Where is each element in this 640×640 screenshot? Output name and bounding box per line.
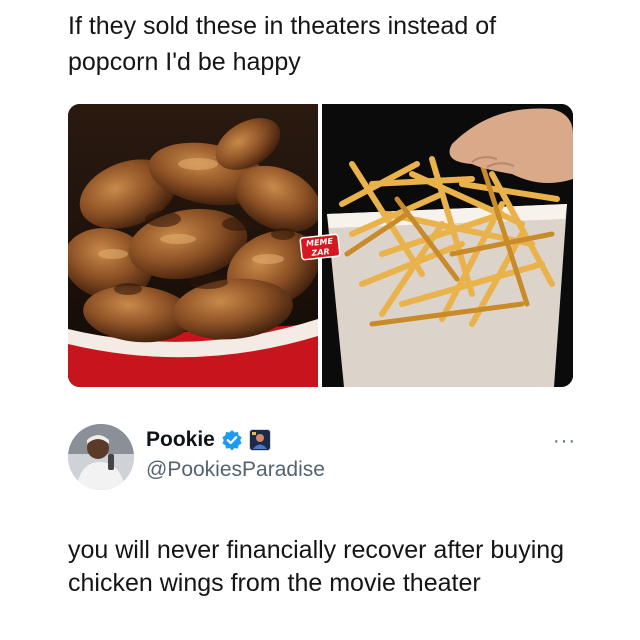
more-options-icon[interactable]: ···: [553, 430, 576, 453]
post-caption: If they sold these in theaters instead o…: [68, 12, 497, 76]
tweet-text: you will never financially recover after…: [68, 536, 565, 597]
affiliate-badge-icon[interactable]: [248, 429, 271, 451]
avatar[interactable]: [68, 424, 134, 490]
meme-zar-watermark: MEME ZAR: [299, 233, 341, 261]
french-fries-image: [322, 104, 573, 387]
display-name[interactable]: Pookie: [146, 428, 215, 452]
avatar-image: [68, 424, 134, 490]
author-handle[interactable]: @PookiesParadise: [146, 458, 325, 482]
chicken-wings-image: [68, 104, 321, 387]
author-name-row: Pookie: [146, 428, 271, 452]
french-fries-illustration: [322, 104, 573, 387]
verified-badge-icon: [222, 430, 242, 451]
chicken-wings-illustration: [68, 104, 321, 387]
media-image[interactable]: MEME ZAR: [68, 104, 573, 387]
